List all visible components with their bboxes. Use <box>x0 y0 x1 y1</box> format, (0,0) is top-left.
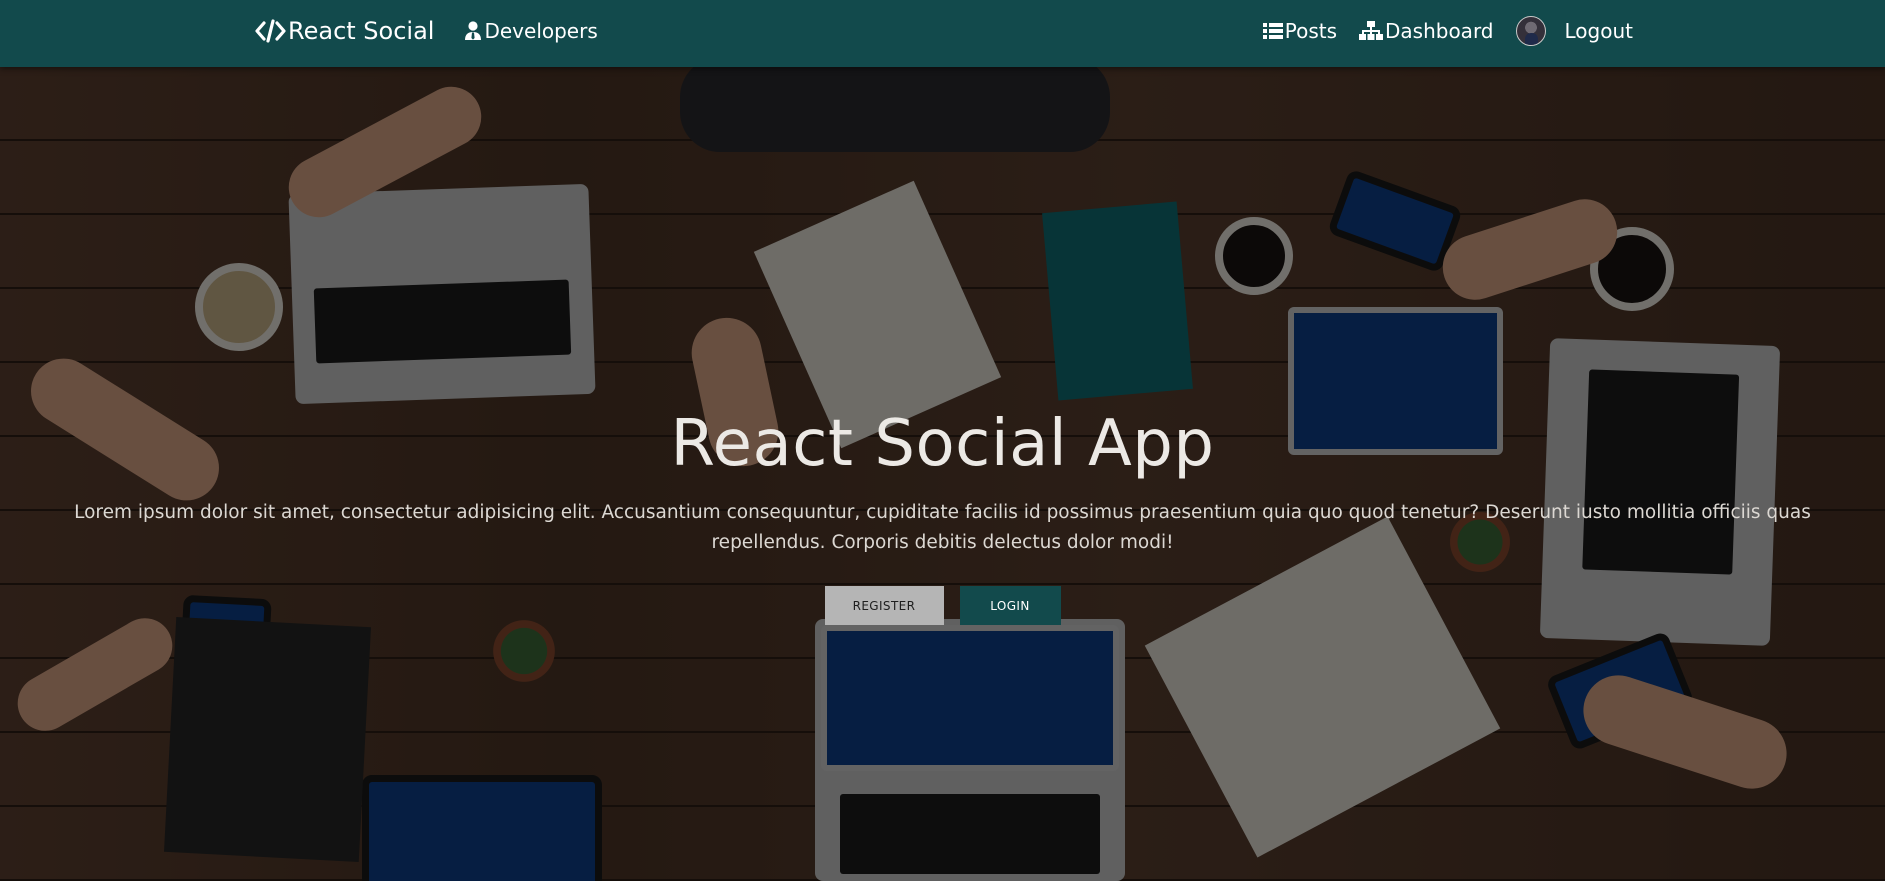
navbar-left: React Social Developers <box>255 0 598 62</box>
brand-label: React Social <box>288 17 435 45</box>
login-button[interactable]: LOGIN <box>959 586 1061 625</box>
code-icon <box>255 19 286 43</box>
hero-title: React Social App <box>670 407 1215 481</box>
list-icon <box>1262 22 1283 40</box>
nav-posts-label: Posts <box>1284 19 1337 43</box>
nav-developers-label: Developers <box>484 19 598 43</box>
navbar: React Social Developers Posts Dashboard … <box>0 0 1885 67</box>
user-tie-icon <box>464 21 482 41</box>
nav-posts[interactable]: Posts <box>1262 19 1337 43</box>
register-button[interactable]: REGISTER <box>824 586 944 625</box>
hero-buttons: REGISTER LOGIN <box>0 586 1885 625</box>
navbar-right: Posts Dashboard Logout <box>1262 0 1633 62</box>
hero-description: Lorem ipsum dolor sit amet, consectetur … <box>74 502 1811 553</box>
nav-logout[interactable]: Logout <box>1565 19 1633 43</box>
brand-link[interactable]: React Social <box>255 17 434 45</box>
user-avatar[interactable] <box>1515 16 1546 46</box>
nav-logout-label: Logout <box>1564 19 1633 43</box>
nav-dashboard-label: Dashboard <box>1385 19 1494 43</box>
nav-developers[interactable]: Developers <box>464 19 598 43</box>
sitemap-icon <box>1359 21 1383 41</box>
nav-dashboard[interactable]: Dashboard <box>1359 19 1494 43</box>
